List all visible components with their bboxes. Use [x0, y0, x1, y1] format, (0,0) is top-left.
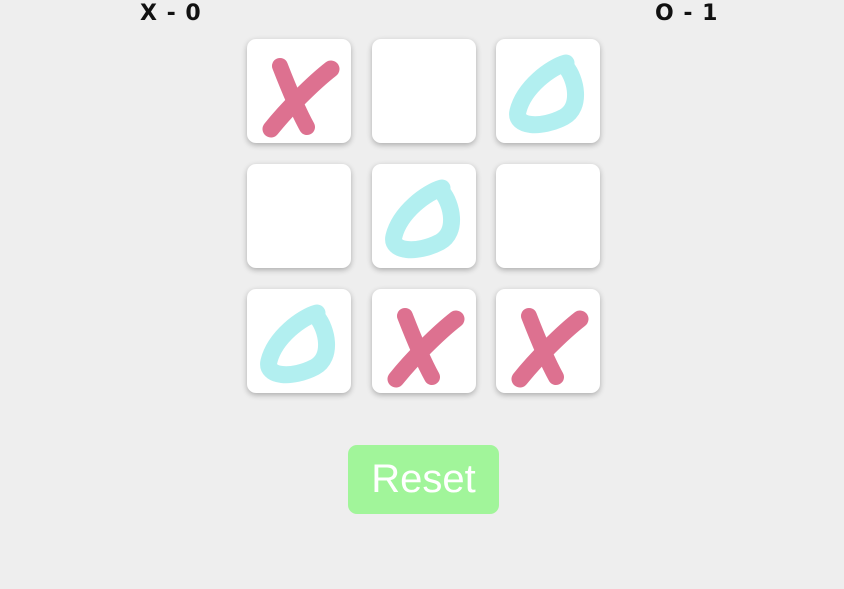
x-mark-icon: [511, 308, 589, 388]
board-cell-7[interactable]: [247, 289, 351, 393]
score-o: O - 1: [655, 1, 719, 26]
board-cell-9[interactable]: [496, 289, 600, 393]
x-mark-icon: [262, 58, 340, 138]
board-cell-3[interactable]: [496, 39, 600, 143]
board-cell-4[interactable]: [247, 164, 351, 268]
board-cell-6[interactable]: [496, 164, 600, 268]
o-mark-icon: [260, 304, 336, 384]
score-x: X - 0: [140, 1, 202, 26]
o-mark-icon: [384, 179, 460, 259]
board-cell-1[interactable]: [247, 39, 351, 143]
reset-button[interactable]: Reset: [348, 445, 499, 514]
x-mark-icon: [387, 308, 464, 388]
board-cell-2[interactable]: [371, 39, 476, 143]
o-mark-icon: [509, 54, 585, 134]
board-cell-8[interactable]: [371, 289, 476, 393]
board-cell-5[interactable]: [371, 164, 476, 268]
game-board: [247, 39, 600, 393]
